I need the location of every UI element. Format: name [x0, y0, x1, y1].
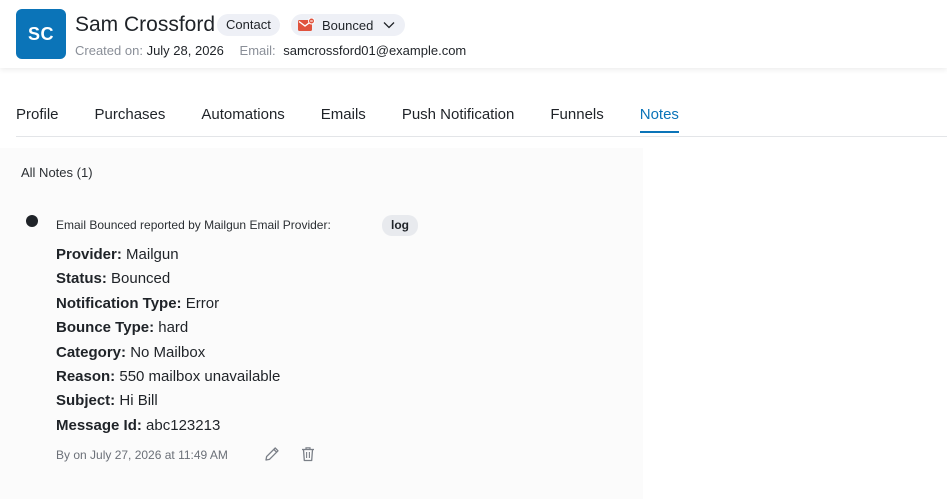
tab-profile[interactable]: Profile — [16, 104, 59, 133]
detail-value: No Mailbox — [130, 343, 206, 361]
detail-label: Category: — [56, 343, 127, 361]
tab-purchases[interactable]: Purchases — [95, 104, 166, 133]
detail-provider: Provider: Mailgun — [56, 243, 280, 267]
detail-label: Status: — [56, 270, 107, 288]
contact-type-badge: Contact — [217, 14, 280, 36]
detail-label: Message Id: — [56, 416, 142, 434]
detail-value: Error — [185, 294, 220, 312]
note-title: Email Bounced reported by Mailgun Email … — [56, 218, 331, 232]
detail-value: Bounced — [111, 270, 171, 288]
tab-bar: Profile Purchases Automations Emails Pus… — [16, 104, 947, 137]
detail-value: Mailgun — [126, 246, 179, 263]
detail-status: Status: Bounced — [56, 267, 280, 291]
note-footer: By on July 27, 2026 at 11:49 AM — [56, 448, 228, 462]
detail-label: Reason: — [56, 368, 116, 386]
detail-value: hard — [158, 319, 189, 337]
detail-value: Hi Bill — [119, 392, 158, 410]
email-label: Email: — [239, 43, 276, 58]
contact-name: Sam Crossford — [75, 13, 216, 36]
tab-emails[interactable]: Emails — [321, 104, 366, 133]
detail-subject: Subject: Hi Bill — [56, 389, 280, 413]
timeline-bullet — [26, 215, 38, 227]
status-dropdown[interactable]: Bounced — [291, 14, 406, 36]
tab-push-notification[interactable]: Push Notification — [402, 104, 515, 133]
bounced-mail-icon — [298, 18, 315, 31]
detail-bounce-type: Bounce Type: hard — [56, 316, 280, 340]
created-date: July 28, 2026 — [146, 43, 224, 58]
tab-notes[interactable]: Notes — [639, 104, 679, 133]
note-tag: log — [382, 215, 418, 236]
detail-message-id: Message Id: abc123213 — [56, 414, 280, 438]
detail-category: Category: No Mailbox — [56, 341, 280, 365]
tab-funnels[interactable]: Funnels — [550, 104, 603, 133]
contact-header: SC Sam Crossford Contact Bounced Created… — [0, 0, 947, 68]
detail-notification-type: Notification Type: Error — [56, 292, 280, 316]
detail-label: Notification Type: — [56, 294, 182, 312]
detail-label: Provider: — [56, 246, 122, 263]
pencil-icon[interactable] — [263, 445, 281, 463]
note-details: Provider: Mailgun Status: Bounced Notifi… — [56, 243, 280, 438]
email-value: samcrossford01@example.com — [283, 43, 467, 58]
detail-value: abc123213 — [146, 416, 221, 434]
status-label: Bounced — [322, 17, 374, 33]
avatar: SC — [16, 9, 66, 59]
detail-reason: Reason: 550 mailbox unavailable — [56, 365, 280, 389]
detail-label: Subject: — [56, 392, 116, 410]
tab-automations[interactable]: Automations — [201, 104, 284, 133]
detail-label: Bounce Type: — [56, 319, 155, 337]
trash-icon[interactable] — [299, 445, 317, 463]
notes-heading: All Notes (1) — [21, 165, 93, 180]
created-label: Created on: — [75, 43, 143, 58]
chevron-down-icon — [383, 22, 395, 29]
detail-value: 550 mailbox unavailable — [119, 368, 281, 386]
contact-meta: Created on: July 28, 2026 Email: samcros… — [75, 43, 466, 58]
